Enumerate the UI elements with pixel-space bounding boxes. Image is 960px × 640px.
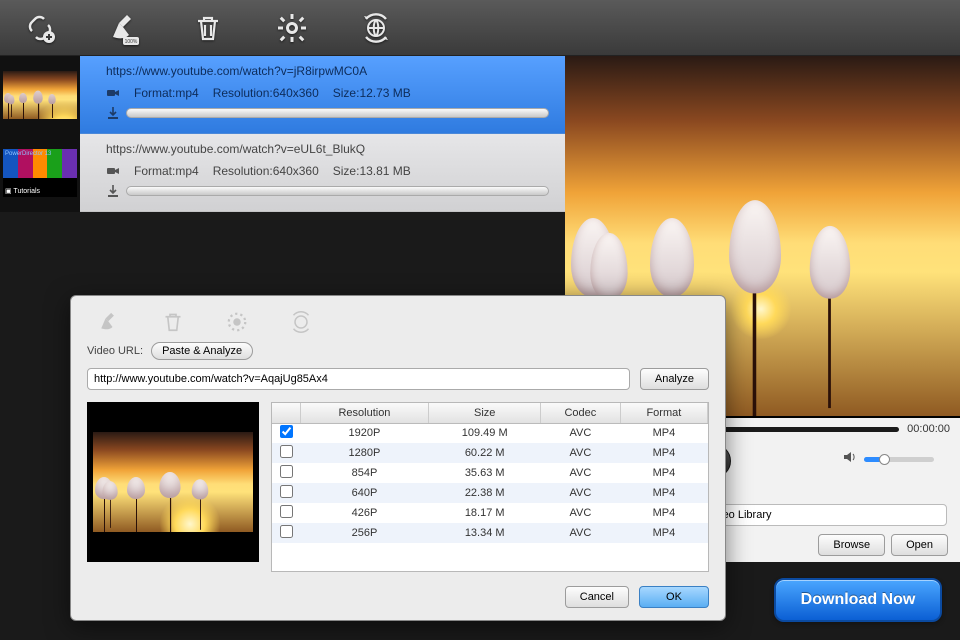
download-icon <box>106 184 120 198</box>
clean-icon[interactable]: 100% <box>102 6 146 50</box>
cell-codec: AVC <box>540 423 620 443</box>
row-checkbox[interactable] <box>280 425 293 438</box>
cell-size: 109.49 M <box>429 423 541 443</box>
browse-button[interactable]: Browse <box>818 534 885 556</box>
progress-bar <box>126 108 549 118</box>
table-row[interactable]: 1920P109.49 MAVCMP4 <box>272 423 708 443</box>
camera-icon <box>106 164 120 178</box>
table-row[interactable]: 426P18.17 MAVCMP4 <box>272 503 708 523</box>
settings-icon[interactable] <box>270 6 314 50</box>
video-url-input[interactable] <box>87 368 630 390</box>
cell-codec: AVC <box>540 443 620 463</box>
settings-icon <box>225 310 253 338</box>
col-size[interactable]: Size <box>429 403 541 423</box>
cell-resolution: 256P <box>300 523 429 543</box>
timestamp: 00:00:00 <box>907 423 950 435</box>
cell-format: MP4 <box>620 483 707 503</box>
cell-codec: AVC <box>540 483 620 503</box>
download-item[interactable]: https://www.youtube.com/watch?v=jR8irpwM… <box>80 56 565 134</box>
row-checkbox[interactable] <box>280 465 293 478</box>
trash-icon <box>161 310 189 338</box>
format-label: Format:mp4 <box>134 164 199 178</box>
camera-icon <box>106 86 120 100</box>
size-label: Size:12.73 MB <box>333 86 411 100</box>
table-row[interactable]: 854P35.63 MAVCMP4 <box>272 463 708 483</box>
analyze-dialog: Video URL: Paste & Analyze Analyze Resol… <box>70 295 726 621</box>
row-checkbox[interactable] <box>280 525 293 538</box>
cell-format: MP4 <box>620 503 707 523</box>
paste-analyze-button[interactable]: Paste & Analyze <box>151 342 253 360</box>
cell-resolution: 640P <box>300 483 429 503</box>
cell-format: MP4 <box>620 523 707 543</box>
cell-format: MP4 <box>620 463 707 483</box>
svg-text:100%: 100% <box>125 39 138 45</box>
dialog-thumbnail <box>87 402 259 562</box>
cell-resolution: 1280P <box>300 443 429 463</box>
download-now-button[interactable]: Download Now <box>774 578 942 622</box>
cell-resolution: 426P <box>300 503 429 523</box>
globe-refresh-icon <box>289 310 317 338</box>
clean-icon <box>97 310 125 338</box>
cancel-button[interactable]: Cancel <box>565 586 629 608</box>
resolution-label: Resolution:640x360 <box>213 164 319 178</box>
row-checkbox[interactable] <box>280 445 293 458</box>
download-list: PowerDirector 13 ▣ Tutorials https://www… <box>0 56 565 212</box>
format-label: Format:mp4 <box>134 86 199 100</box>
table-row[interactable]: 256P13.34 MAVCMP4 <box>272 523 708 543</box>
trash-icon[interactable] <box>186 6 230 50</box>
cell-size: 18.17 M <box>429 503 541 523</box>
main-toolbar: 100% <box>0 0 960 56</box>
resolution-label: Resolution:640x360 <box>213 86 319 100</box>
col-check <box>272 403 300 423</box>
download-thumb[interactable]: PowerDirector 13 ▣ Tutorials <box>0 134 80 212</box>
col-codec[interactable]: Codec <box>540 403 620 423</box>
download-url: https://www.youtube.com/watch?v=jR8irpwM… <box>106 64 549 78</box>
video-url-label: Video URL: <box>87 345 143 357</box>
row-checkbox[interactable] <box>280 505 293 518</box>
globe-refresh-icon[interactable] <box>354 6 398 50</box>
cell-codec: AVC <box>540 503 620 523</box>
dialog-ghost-toolbar <box>97 310 709 338</box>
size-label: Size:13.81 MB <box>333 164 411 178</box>
cell-size: 22.38 M <box>429 483 541 503</box>
volume-icon[interactable] <box>842 449 858 470</box>
cell-size: 13.34 M <box>429 523 541 543</box>
download-item[interactable]: https://www.youtube.com/watch?v=eUL6t_Bl… <box>80 134 565 212</box>
download-icon <box>106 106 120 120</box>
table-row[interactable]: 1280P60.22 MAVCMP4 <box>272 443 708 463</box>
col-format[interactable]: Format <box>620 403 707 423</box>
cell-resolution: 1920P <box>300 423 429 443</box>
table-row[interactable]: 640P22.38 MAVCMP4 <box>272 483 708 503</box>
open-button[interactable]: Open <box>891 534 948 556</box>
volume-slider[interactable] <box>864 457 934 462</box>
cell-resolution: 854P <box>300 463 429 483</box>
progress-bar <box>126 186 549 196</box>
row-checkbox[interactable] <box>280 485 293 498</box>
cell-format: MP4 <box>620 423 707 443</box>
resolution-table: Resolution Size Codec Format 1920P109.49… <box>271 402 709 572</box>
cell-format: MP4 <box>620 443 707 463</box>
add-link-icon[interactable] <box>18 6 62 50</box>
cell-codec: AVC <box>540 523 620 543</box>
cell-size: 60.22 M <box>429 443 541 463</box>
download-thumb[interactable] <box>0 56 80 134</box>
col-resolution[interactable]: Resolution <box>300 403 429 423</box>
cell-size: 35.63 M <box>429 463 541 483</box>
download-url: https://www.youtube.com/watch?v=eUL6t_Bl… <box>106 142 549 156</box>
ok-button[interactable]: OK <box>639 586 709 608</box>
cell-codec: AVC <box>540 463 620 483</box>
analyze-button[interactable]: Analyze <box>640 368 709 390</box>
